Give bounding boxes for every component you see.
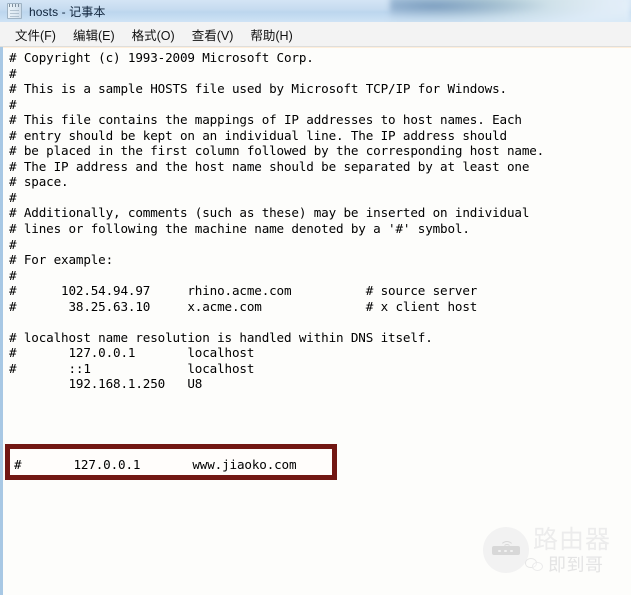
text-editor-area[interactable]: # Copyright (c) 1993-2009 Microsoft Corp… xyxy=(0,47,631,595)
menu-edit[interactable]: 编辑(E) xyxy=(65,23,124,46)
window-title: hosts - 记事本 xyxy=(29,4,106,19)
router-icon xyxy=(492,541,520,555)
watermark: 路由器 即到哥 xyxy=(483,525,623,589)
router-body xyxy=(492,546,520,555)
menu-help[interactable]: 帮助(H) xyxy=(242,23,301,46)
router-signal-arc-outer xyxy=(500,541,514,551)
watermark-subtitle: 即到哥 xyxy=(548,555,604,575)
menu-format[interactable]: 格式(O) xyxy=(124,23,184,46)
title-bar[interactable]: hosts - 记事本 xyxy=(0,0,631,22)
notepad-window: hosts - 记事本 文件(F) 编辑(E) 格式(O) 查看(V) 帮助(H… xyxy=(0,0,631,595)
menu-bar: 文件(F) 编辑(E) 格式(O) 查看(V) 帮助(H) xyxy=(0,22,631,47)
hosts-file-text[interactable]: # Copyright (c) 1993-2009 Microsoft Corp… xyxy=(9,50,544,392)
red-highlight-box: # 127.0.0.1 www.jiaoko.com xyxy=(5,444,337,480)
watermark-title: 路由器 xyxy=(533,526,612,554)
watermark-subtitle-row: 即到哥 xyxy=(525,555,604,575)
highlighted-host-entry: # 127.0.0.1 www.jiaoko.com xyxy=(14,457,297,472)
menu-view[interactable]: 查看(V) xyxy=(184,23,243,46)
aero-glass-blur xyxy=(390,0,631,22)
title-bar-left: hosts - 记事本 xyxy=(7,0,105,22)
router-signal-arc-inner xyxy=(503,544,511,551)
notepad-icon xyxy=(7,3,22,19)
menu-file[interactable]: 文件(F) xyxy=(7,23,65,46)
wechat-icon xyxy=(525,557,544,574)
watermark-circle xyxy=(483,527,529,573)
